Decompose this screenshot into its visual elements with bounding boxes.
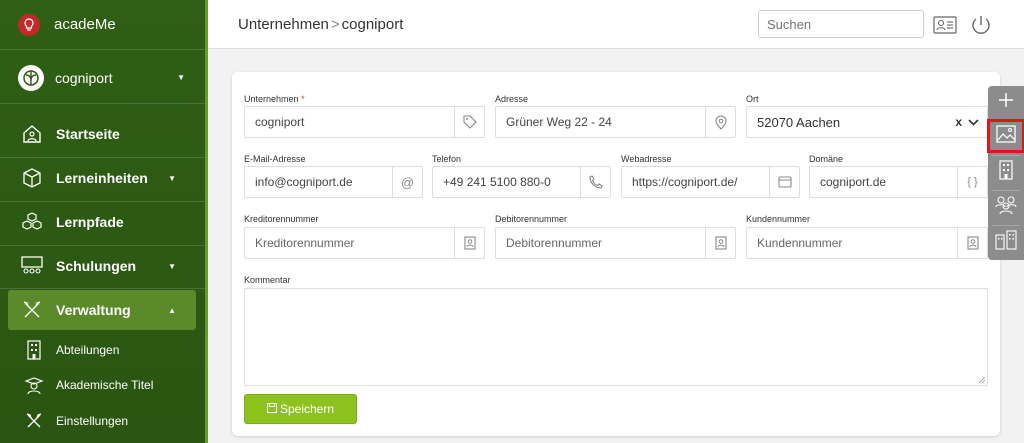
comment-textarea[interactable] [244, 288, 988, 386]
domain-label: Domäne [809, 154, 844, 164]
image-icon [996, 124, 1016, 148]
nav-item-lernpfade[interactable]: Lernpfade [8, 202, 196, 242]
caret-up-icon: ▲ [168, 305, 176, 315]
company-field[interactable]: cogniport [244, 106, 485, 138]
contact-card-icon [454, 228, 484, 258]
address-label: Adresse [495, 94, 529, 104]
classroom-icon [20, 254, 44, 278]
bulb-icon [18, 13, 40, 36]
domain-field[interactable]: cogniport.de { } [809, 166, 988, 198]
save-icon [266, 402, 277, 416]
email-label: E-Mail-Adresse [244, 154, 306, 164]
cubes-icon [20, 210, 44, 234]
subnav-item-akademische-titel[interactable]: Akademische Titel [24, 371, 153, 399]
nav-item-schulungen[interactable]: Schulungen ▼ [8, 246, 196, 286]
creditor-label: Kreditorennummer [244, 214, 319, 224]
app-name: acadeMe [54, 16, 116, 33]
braces-icon: { } [957, 167, 987, 197]
web-field[interactable]: https://cogniport.de/ [621, 166, 800, 198]
tag-icon [454, 107, 484, 137]
power-icon[interactable] [968, 12, 994, 38]
clear-button[interactable]: x [955, 115, 962, 129]
image-button[interactable] [987, 119, 1024, 153]
breadcrumb-separator: > [330, 16, 340, 33]
building-icon [998, 159, 1014, 185]
save-button[interactable]: Speichern [244, 394, 357, 424]
building-icon [24, 340, 44, 360]
email-field[interactable]: info@cogniport.de @ [244, 166, 423, 198]
tools-icon [24, 411, 44, 431]
chevron-down-icon[interactable] [968, 118, 979, 126]
debtor-field[interactable]: Debitorennummer [495, 227, 736, 259]
contact-card-icon [705, 228, 735, 258]
customer-field[interactable]: Kundennummer [746, 227, 988, 259]
breadcrumb-current: cogniport [341, 16, 404, 33]
header: Unternehmen > cogniport [208, 0, 1024, 49]
subnav-item-abteilungen[interactable]: Abteilungen [24, 336, 119, 364]
caret-down-icon: ▼ [168, 173, 176, 183]
home-icon [20, 122, 44, 146]
users-button[interactable] [988, 191, 1024, 223]
sidebar-border [205, 0, 208, 443]
nav-item-lerneinheiten[interactable]: Lerneinheiten ▼ [8, 158, 196, 198]
address-field[interactable]: Grüner Weg 22 - 24 [495, 106, 736, 138]
plus-icon [997, 91, 1015, 114]
debtor-label: Debitorennummer [495, 214, 568, 224]
org-avatar [18, 64, 44, 91]
id-card-icon[interactable] [932, 12, 958, 38]
app-logo[interactable]: acadeMe [0, 0, 205, 50]
cube-icon [20, 166, 44, 190]
breadcrumb-parent[interactable]: Unternehmen [238, 16, 329, 33]
side-toolbar [987, 86, 1024, 260]
contact-card-icon [957, 228, 987, 258]
at-icon: @ [392, 167, 422, 197]
comment-label: Kommentar [244, 275, 291, 285]
caret-down-icon: ▼ [177, 73, 185, 82]
phone-label: Telefon [432, 154, 462, 164]
buildings-icon [995, 229, 1017, 255]
company-label: Unternehmen * [244, 94, 305, 104]
nav-item-startseite[interactable]: Startseite [8, 114, 196, 154]
subnav-item-einstellungen[interactable]: Einstellungen [24, 407, 128, 435]
web-label: Webadresse [621, 154, 672, 164]
phone-icon [580, 167, 610, 197]
sidebar: acadeMe cogniport ▼ Startseite Lerneinhe… [0, 0, 205, 443]
building-button[interactable] [988, 156, 1024, 188]
add-button[interactable] [988, 86, 1024, 118]
customer-label: Kundennummer [746, 214, 811, 224]
org-switcher[interactable]: cogniport ▼ [0, 52, 205, 104]
phone-field[interactable]: +49 241 5100 880-0 [432, 166, 611, 198]
search-input[interactable] [758, 10, 924, 38]
browser-window-icon [769, 167, 799, 197]
tools-icon [20, 298, 44, 322]
org-name: cogniport [55, 69, 113, 86]
location-pin-icon [705, 107, 735, 137]
org-chart-button[interactable] [988, 226, 1024, 258]
city-select[interactable]: 52070 Aachen x [746, 106, 988, 138]
creditor-field[interactable]: Kreditorennummer [244, 227, 485, 259]
caret-down-icon: ▼ [168, 261, 176, 271]
resize-handle-icon[interactable] [979, 377, 985, 383]
city-label: Ort [746, 94, 759, 104]
company-form-card: Unternehmen * cogniport Adresse Grüner W… [232, 72, 1000, 436]
graduate-icon [24, 375, 44, 395]
breadcrumb: Unternehmen > cogniport [238, 16, 403, 33]
nav-item-verwaltung[interactable]: Verwaltung ▲ [8, 290, 196, 330]
users-group-icon [995, 195, 1017, 220]
